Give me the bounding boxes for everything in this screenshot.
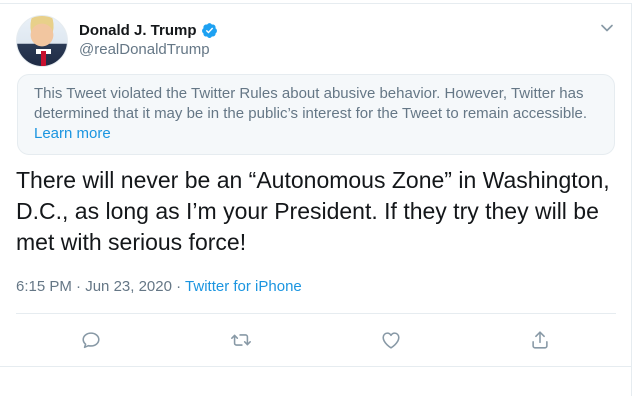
author-display-name[interactable]: Donald J. Trump [79,22,197,39]
meta-separator: · [176,278,182,295]
like-button[interactable] [377,326,405,354]
divider [0,3,632,4]
retweet-icon [231,334,251,346]
tweet-source-link[interactable]: Twitter for iPhone [185,278,302,295]
divider [16,313,616,314]
avatar[interactable] [16,15,68,67]
author-handle[interactable]: @realDonaldTrump [79,41,210,58]
policy-notice-text: This Tweet violated the Twitter Rules ab… [34,85,588,122]
tweet-meta: 6:15 PM · Jun 23, 2020 · Twitter for iPh… [16,277,302,297]
tweet-text: There will never be an “Autonomous Zone”… [16,167,610,255]
avatar-tie [41,51,46,66]
tweet-time[interactable]: 6:15 PM [16,278,72,295]
tweet-date[interactable]: Jun 23, 2020 [85,278,172,295]
reply-button[interactable] [77,326,105,354]
share-icon [532,331,548,349]
meta-separator: · [76,278,82,295]
tweet-card: Donald J. Trump @realDonaldTrump This Tw… [0,0,640,396]
divider [631,3,632,396]
heart-icon [382,332,400,349]
retweet-button[interactable] [227,326,255,354]
chevron-down-icon[interactable] [597,18,617,38]
policy-notice: This Tweet violated the Twitter Rules ab… [17,74,615,155]
verified-badge-icon [201,22,218,39]
learn-more-link[interactable]: Learn more [34,125,111,142]
share-button[interactable] [526,326,554,354]
reply-icon [82,332,100,349]
divider [0,366,632,367]
author-name-row[interactable]: Donald J. Trump [79,20,218,40]
